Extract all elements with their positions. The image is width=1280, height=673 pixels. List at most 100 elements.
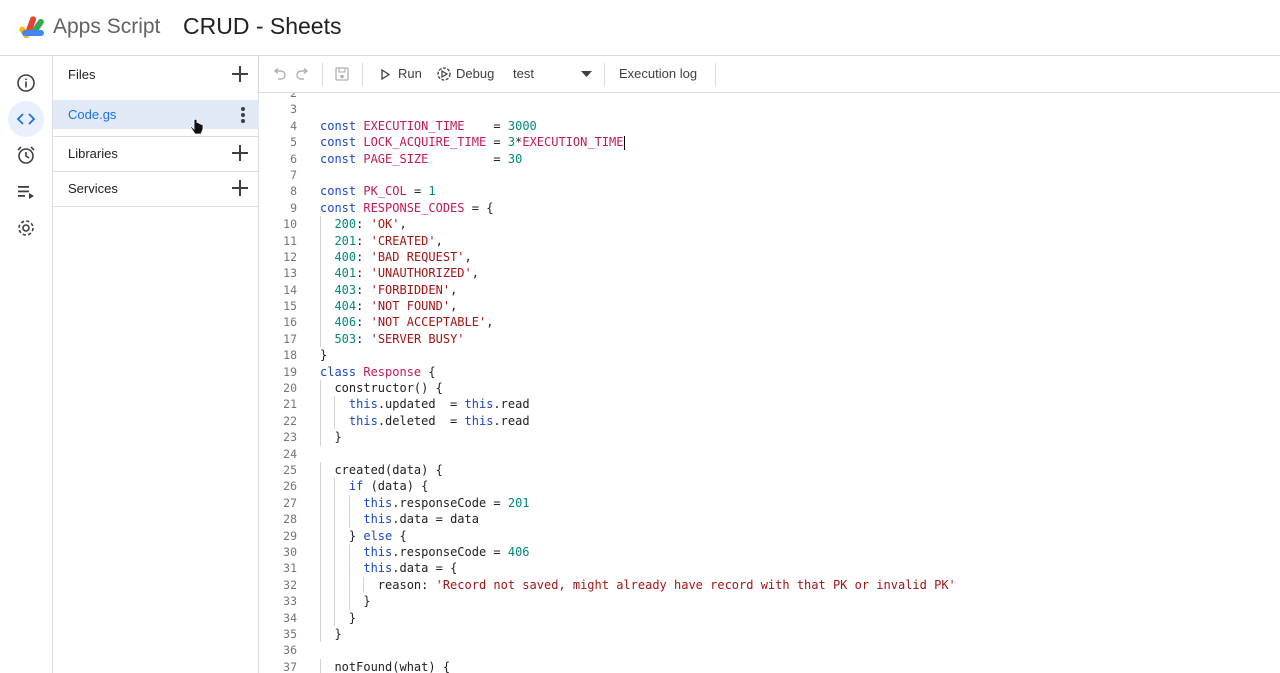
line-number: 33 <box>283 594 297 609</box>
undo-icon[interactable] <box>272 68 286 80</box>
code-line[interactable]: 30 this.responseCode = 406 <box>259 543 1280 561</box>
code-line[interactable]: 31 this.data = { <box>259 560 1280 577</box>
function-select-value: test <box>513 66 534 81</box>
code-icon <box>16 113 36 125</box>
code-line[interactable]: 22 this.deleted = this.read <box>259 412 1280 430</box>
line-number: 6 <box>290 151 297 166</box>
code-line[interactable]: 3 <box>259 101 1280 117</box>
line-number: 10 <box>283 217 297 232</box>
redo-icon[interactable] <box>296 68 310 80</box>
code-line[interactable]: 24 <box>259 446 1280 462</box>
line-number: 23 <box>283 430 297 445</box>
play-icon <box>381 69 390 80</box>
line-number: 9 <box>290 200 297 215</box>
apps-script-logo-icon[interactable] <box>18 14 48 40</box>
code-text: reason: 'Record not saved, might already… <box>320 577 956 592</box>
code-text: class Response { <box>320 364 436 379</box>
code-text: const PK_COL = 1 <box>320 184 436 199</box>
more-options-icon[interactable] <box>241 107 245 123</box>
libraries-header: Libraries <box>53 135 259 171</box>
overview-button[interactable] <box>8 65 44 101</box>
code-line[interactable]: 10 200: 'OK', <box>259 216 1280 233</box>
code-line[interactable]: 37 notFound(what) { <box>259 658 1280 673</box>
code-line[interactable]: 34 } <box>259 609 1280 626</box>
file-name[interactable]: Code.gs <box>68 107 116 122</box>
code-text: 406: 'NOT ACCEPTABLE', <box>334 315 494 330</box>
code-line[interactable]: 6 const PAGE_SIZE = 30 <box>259 151 1280 167</box>
code-line[interactable]: 2 <box>259 93 1280 101</box>
app-header: Apps Script CRUD - Sheets <box>0 0 1280 56</box>
code-line[interactable]: 11 201: 'CREATED', <box>259 232 1280 249</box>
line-number: 12 <box>283 249 297 264</box>
line-number: 14 <box>283 282 297 297</box>
code-line[interactable]: 7 <box>259 167 1280 183</box>
line-number: 4 <box>290 118 297 133</box>
code-line[interactable]: 15 404: 'NOT FOUND', <box>259 298 1280 315</box>
code-text: 403: 'FORBIDDEN', <box>334 282 458 297</box>
code-line[interactable]: 8 const PK_COL = 1 <box>259 183 1280 199</box>
triggers-button[interactable] <box>8 137 44 173</box>
files-panel: Files Code.gs Libraries Services <box>53 56 259 673</box>
line-number: 5 <box>290 135 297 150</box>
add-library-plus-icon[interactable] <box>231 144 249 162</box>
code-line[interactable]: 13 401: 'UNAUTHORIZED', <box>259 265 1280 282</box>
code-line[interactable]: 36 <box>259 642 1280 658</box>
function-select[interactable]: test <box>509 56 597 93</box>
code-line[interactable]: 14 403: 'FORBIDDEN', <box>259 281 1280 299</box>
line-number: 16 <box>283 315 297 330</box>
file-item-code-gs[interactable]: Code.gs <box>53 100 259 129</box>
code-text: 503: 'SERVER BUSY' <box>334 331 465 346</box>
line-number: 25 <box>283 462 297 477</box>
toolbar-separator <box>715 63 716 86</box>
code-text: const PAGE_SIZE = 30 <box>320 151 523 166</box>
code-text: } <box>320 626 342 641</box>
code-line[interactable]: 32 reason: 'Record not saved, might alre… <box>259 576 1280 594</box>
editor-button[interactable] <box>8 101 44 137</box>
code-line[interactable]: 20 constructor() { <box>259 380 1280 397</box>
code-line[interactable]: 28 this.data = data <box>259 511 1280 528</box>
line-number: 21 <box>283 397 297 412</box>
app-name[interactable]: Apps Script <box>53 15 160 39</box>
code-text: } <box>320 594 371 609</box>
code-line[interactable]: 17 503: 'SERVER BUSY' <box>259 330 1280 348</box>
code-line[interactable]: 18} <box>259 347 1280 363</box>
code-text: } <box>320 610 357 625</box>
line-number: 27 <box>283 495 297 510</box>
executions-button[interactable] <box>8 174 44 210</box>
code-text: this.responseCode = 201 <box>363 495 530 510</box>
code-line[interactable]: 27 this.responseCode = 201 <box>259 494 1280 512</box>
code-line[interactable]: 12 400: 'BAD REQUEST', <box>259 248 1280 266</box>
code-text: created(data) { <box>320 462 443 477</box>
code-text: 200: 'OK', <box>334 217 407 232</box>
add-file-plus-icon[interactable] <box>231 65 249 83</box>
code-text: } else { <box>320 528 407 543</box>
line-number: 28 <box>283 512 297 527</box>
add-service-plus-icon[interactable] <box>231 179 249 197</box>
line-number: 20 <box>283 381 297 396</box>
code-line[interactable]: 19 class Response { <box>259 364 1280 380</box>
code-line[interactable]: 25 created(data) { <box>259 461 1280 479</box>
code-text: this.data = { <box>363 561 458 576</box>
executions-icon <box>18 186 34 199</box>
code-editor[interactable]: 2 3 4 const EXECUTION_TIME = 3000 5 const LOC… <box>259 93 1280 673</box>
debug-button[interactable]: Debug <box>435 56 499 93</box>
save-icon[interactable] <box>335 67 349 81</box>
code-lines[interactable]: 2 3 4 const EXECUTION_TIME = 3000 5 const LOC… <box>259 93 1280 673</box>
code-line[interactable]: 21 this.updated = this.read <box>259 396 1280 413</box>
code-line[interactable]: 16 406: 'NOT ACCEPTABLE', <box>259 314 1280 331</box>
gear-icon <box>18 220 34 236</box>
project-settings-button[interactable] <box>8 210 44 246</box>
execution-log-button[interactable]: Execution log <box>619 66 697 81</box>
text-caret <box>623 135 625 150</box>
code-line[interactable]: 23 } <box>259 429 1280 446</box>
project-title[interactable]: CRUD - Sheets <box>183 13 341 40</box>
run-button[interactable]: Run <box>377 56 423 93</box>
code-line[interactable]: 9 const RESPONSE_CODES = { <box>259 200 1280 216</box>
code-text: 201: 'CREATED', <box>334 233 443 248</box>
code-line[interactable]: 4 const EXECUTION_TIME = 3000 <box>259 118 1280 134</box>
code-line[interactable]: 26 if (data) { <box>259 478 1280 495</box>
code-line[interactable]: 29 } else { <box>259 527 1280 544</box>
code-line[interactable]: 35 } <box>259 625 1280 643</box>
code-line[interactable]: 33 } <box>259 593 1280 610</box>
code-line[interactable]: 5 const LOCK_ACQUIRE_TIME = 3*EXECUTION_T… <box>259 134 1280 150</box>
